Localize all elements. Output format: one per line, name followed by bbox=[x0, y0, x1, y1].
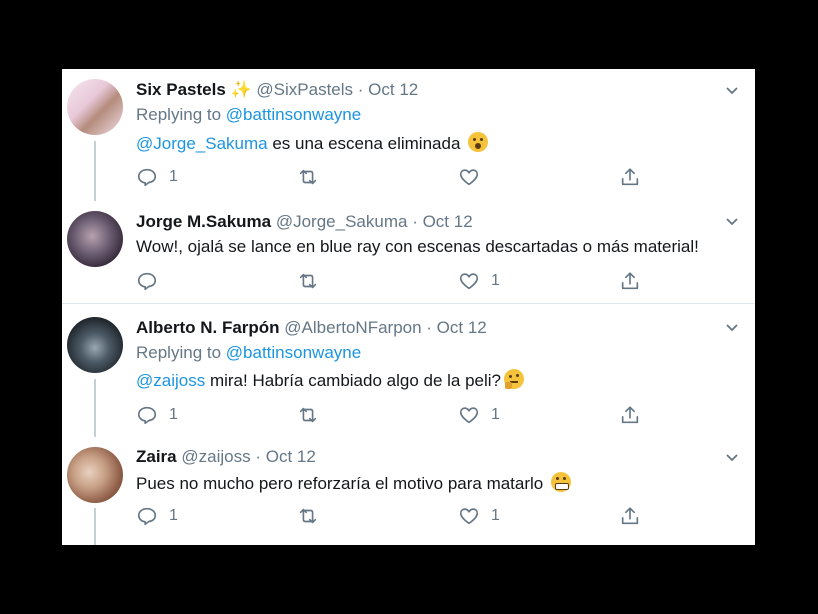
like-icon bbox=[459, 508, 479, 525]
retweet-button[interactable] bbox=[297, 504, 319, 528]
retweet-button[interactable] bbox=[297, 165, 319, 189]
tweet-header: Alberto N. Farpón @AlbertoNFarpon · Oct … bbox=[136, 317, 487, 339]
replying-to-link[interactable]: @battinsonwayne bbox=[226, 105, 361, 124]
tweet-body: Pues no mucho pero reforzaría el motivo … bbox=[136, 474, 548, 493]
tweet-body: es una escena eliminada bbox=[267, 134, 461, 153]
like-count: 1 bbox=[491, 406, 500, 423]
chevron-down-icon[interactable] bbox=[725, 84, 739, 98]
tweet-actions: 1 1 bbox=[136, 403, 656, 427]
share-button[interactable] bbox=[619, 165, 641, 189]
share-button[interactable] bbox=[619, 504, 641, 528]
mention-link[interactable]: @zaijoss bbox=[136, 371, 205, 390]
chevron-down-icon[interactable] bbox=[725, 451, 739, 465]
tweet-zaira[interactable]: Zaira @zaijoss · Oct 12 Pues no mucho pe… bbox=[62, 438, 755, 545]
astonished-face-icon bbox=[468, 132, 489, 152]
retweet-icon bbox=[299, 508, 317, 524]
timestamp[interactable]: · Oct 12 bbox=[426, 318, 486, 337]
like-button[interactable]: 1 bbox=[458, 269, 500, 293]
share-icon bbox=[621, 507, 639, 525]
tweet-body: mira! Habría cambiado algo de la peli? bbox=[205, 371, 502, 390]
chevron-down-icon[interactable] bbox=[725, 321, 739, 335]
tweet-actions: 1 1 bbox=[136, 504, 656, 528]
share-icon bbox=[621, 272, 639, 290]
reply-icon bbox=[137, 168, 157, 187]
tweet-actions: 1 bbox=[136, 165, 656, 189]
tweet-body: Wow!, ojalá se lance en blue ray con esc… bbox=[136, 237, 699, 256]
reply-icon bbox=[137, 272, 157, 291]
tweet-alberto-farpon[interactable]: Alberto N. Farpón @AlbertoNFarpon · Oct … bbox=[62, 307, 755, 437]
tweet-header: Zaira @zaijoss · Oct 12 bbox=[136, 446, 316, 468]
like-count: 1 bbox=[491, 507, 500, 524]
retweet-icon bbox=[299, 273, 317, 289]
retweet-icon bbox=[299, 407, 317, 423]
replying-to-link[interactable]: @battinsonwayne bbox=[226, 343, 361, 362]
tweet-text: @Jorge_Sakuma es una escena eliminada bbox=[136, 132, 489, 154]
replying-to-line: Replying to @battinsonwayne bbox=[136, 105, 361, 125]
reply-icon bbox=[137, 507, 157, 526]
replying-to-label: Replying to bbox=[136, 105, 222, 124]
retweet-button[interactable] bbox=[297, 403, 319, 427]
sparkle-emoji: ✨ bbox=[230, 80, 252, 99]
tweet-text: Pues no mucho pero reforzaría el motivo … bbox=[136, 472, 571, 494]
replying-to-line: Replying to @battinsonwayne bbox=[136, 343, 361, 363]
display-name[interactable]: Six Pastels bbox=[136, 80, 226, 99]
display-name[interactable]: Alberto N. Farpón bbox=[136, 318, 280, 337]
like-icon bbox=[459, 169, 479, 186]
tweet-text: @zaijoss mira! Habría cambiado algo de l… bbox=[136, 369, 525, 391]
handle[interactable]: @Jorge_Sakuma bbox=[276, 212, 408, 231]
thread-line bbox=[94, 508, 96, 545]
share-icon bbox=[621, 406, 639, 424]
timestamp[interactable]: · Oct 12 bbox=[412, 212, 472, 231]
divider bbox=[62, 303, 755, 304]
avatar[interactable] bbox=[67, 211, 123, 267]
thinking-face-icon bbox=[504, 369, 525, 389]
like-count: 1 bbox=[491, 272, 500, 289]
grimacing-face-icon bbox=[550, 472, 571, 492]
mention-link[interactable]: @Jorge_Sakuma bbox=[136, 134, 268, 153]
chevron-down-icon[interactable] bbox=[725, 215, 739, 229]
reply-count: 1 bbox=[169, 168, 178, 185]
tweet-header: Jorge M.Sakuma @Jorge_Sakuma · Oct 12 bbox=[136, 211, 473, 233]
like-button[interactable]: 1 bbox=[458, 403, 500, 427]
share-icon bbox=[621, 168, 639, 186]
tweet-thread-panel: Six Pastels ✨ @SixPastels · Oct 12 Reply… bbox=[62, 69, 755, 545]
reply-count: 1 bbox=[169, 406, 178, 423]
timestamp[interactable]: · Oct 12 bbox=[358, 80, 418, 99]
share-button[interactable] bbox=[619, 269, 641, 293]
avatar[interactable] bbox=[67, 317, 123, 373]
reply-icon bbox=[137, 406, 157, 425]
like-icon bbox=[459, 407, 479, 424]
avatar[interactable] bbox=[67, 79, 123, 135]
thread-line bbox=[94, 379, 96, 437]
thread-line bbox=[94, 141, 96, 201]
display-name[interactable]: Jorge M.Sakuma bbox=[136, 212, 271, 231]
like-icon bbox=[459, 273, 479, 290]
replying-to-label: Replying to bbox=[136, 343, 222, 362]
display-name[interactable]: Zaira bbox=[136, 447, 177, 466]
handle[interactable]: @AlbertoNFarpon bbox=[284, 318, 421, 337]
avatar[interactable] bbox=[67, 447, 123, 503]
handle[interactable]: @SixPastels bbox=[256, 80, 353, 99]
like-button[interactable]: 1 bbox=[458, 504, 500, 528]
reply-button[interactable] bbox=[136, 269, 169, 293]
tweet-text: Wow!, ojalá se lance en blue ray con esc… bbox=[136, 237, 699, 257]
reply-button[interactable]: 1 bbox=[136, 403, 178, 427]
timestamp[interactable]: · Oct 12 bbox=[255, 447, 315, 466]
reply-button[interactable]: 1 bbox=[136, 165, 178, 189]
retweet-button[interactable] bbox=[297, 269, 319, 293]
tweet-actions: 1 bbox=[136, 269, 656, 293]
like-button[interactable] bbox=[458, 165, 491, 189]
reply-button[interactable]: 1 bbox=[136, 504, 178, 528]
share-button[interactable] bbox=[619, 403, 641, 427]
reply-count: 1 bbox=[169, 507, 178, 524]
handle[interactable]: @zaijoss bbox=[181, 447, 250, 466]
tweet-jorge-sakuma[interactable]: Jorge M.Sakuma @Jorge_Sakuma · Oct 12 Wo… bbox=[62, 201, 755, 301]
tweet-six-pastels[interactable]: Six Pastels ✨ @SixPastels · Oct 12 Reply… bbox=[62, 69, 755, 201]
retweet-icon bbox=[299, 169, 317, 185]
tweet-header: Six Pastels ✨ @SixPastels · Oct 12 bbox=[136, 79, 418, 101]
